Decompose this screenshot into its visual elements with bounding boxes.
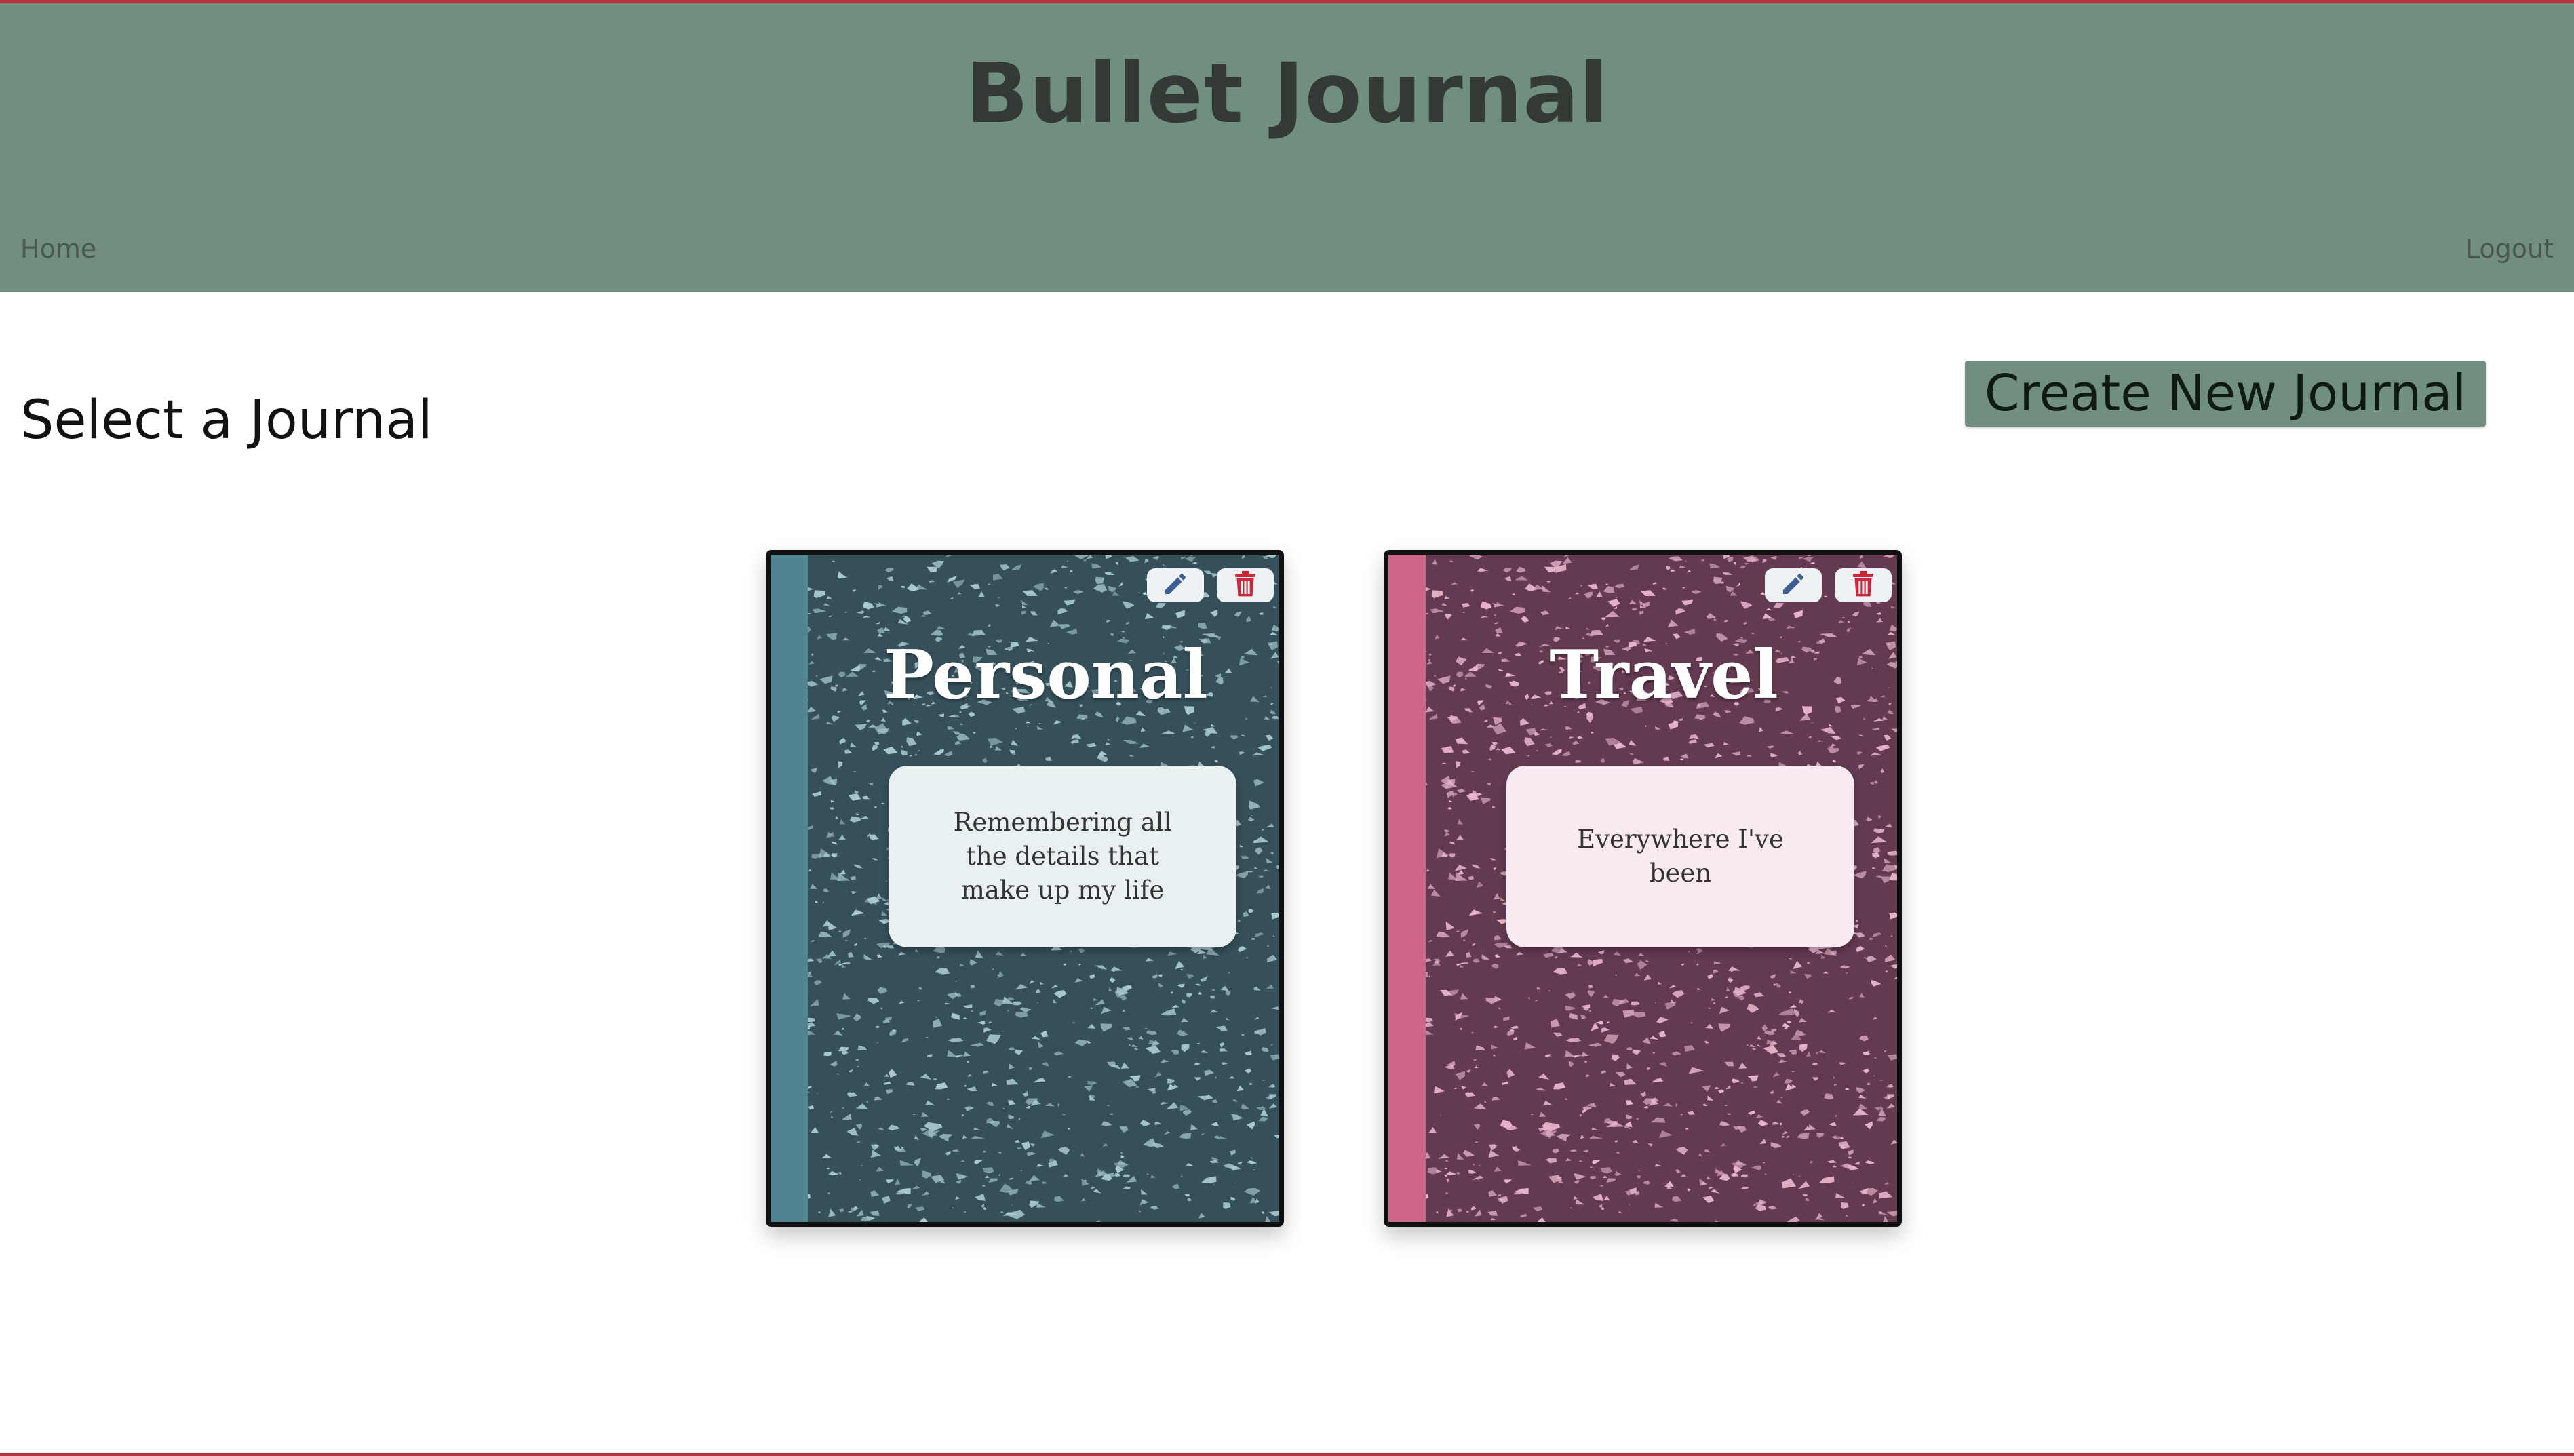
delete-journal-button[interactable] (1835, 568, 1892, 602)
pencil-icon (1162, 570, 1189, 600)
trash-icon (1851, 570, 1875, 600)
edit-journal-button[interactable] (1765, 568, 1822, 602)
journal-spine (771, 555, 808, 1222)
journal-title: Travel (1549, 636, 1778, 714)
bottom-accent-line (0, 1453, 2574, 1456)
trash-icon (1233, 570, 1257, 600)
journal-card-travel[interactable]: Travel Everywhere I've been (1384, 550, 1902, 1227)
journal-card-personal[interactable]: Personal Remembering all the details tha… (766, 550, 1284, 1227)
journal-spine (1388, 555, 1426, 1222)
edit-journal-button[interactable] (1147, 568, 1204, 602)
journal-description: Remembering all the details that make up… (889, 766, 1236, 947)
app-header: Bullet Journal Home Logout (0, 3, 2574, 292)
journal-title: Personal (884, 636, 1208, 714)
app-title: Bullet Journal (965, 45, 1609, 142)
nav-home-link[interactable]: Home (20, 234, 96, 264)
delete-journal-button[interactable] (1217, 568, 1274, 602)
page-heading: Select a Journal (20, 390, 433, 451)
pencil-icon (1780, 570, 1807, 600)
nav-logout-link[interactable]: Logout (2465, 234, 2554, 264)
create-journal-button[interactable]: Create New Journal (1965, 361, 2486, 427)
journal-description: Everywhere I've been (1506, 766, 1854, 947)
